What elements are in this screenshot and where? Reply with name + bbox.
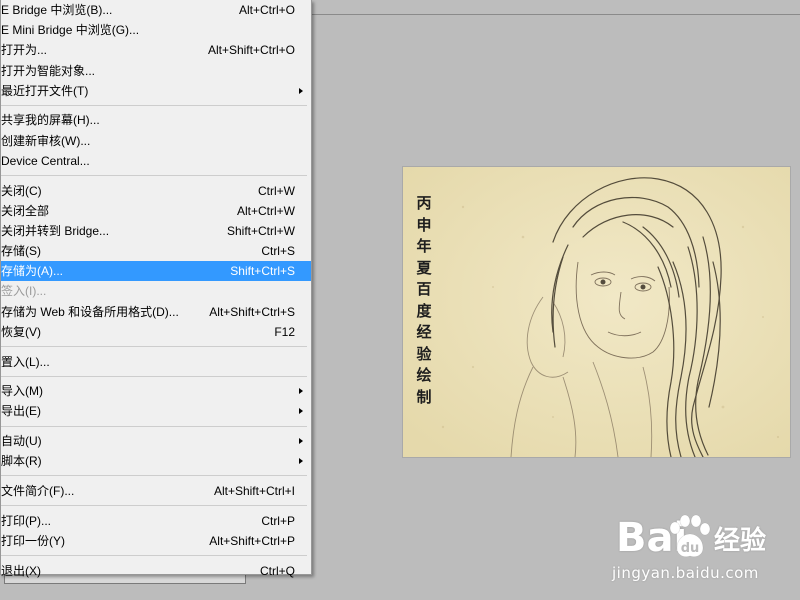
menu-separator (1, 342, 311, 352)
menu-item[interactable]: 导出(E) (1, 401, 311, 421)
menu-item-shortcut: Alt+Shift+Ctrl+S (209, 304, 295, 319)
menu-item[interactable]: 打印一份(Y) Alt+Shift+Ctrl+P (1, 531, 311, 551)
caption-character: 度 (416, 301, 432, 320)
menu-item-label: 签入(I)... (1, 284, 47, 299)
menu-item-label: 打印一份(Y) (1, 533, 65, 548)
menu-item[interactable]: 自动(U) (1, 431, 311, 451)
menu-item-shortcut: Shift+Ctrl+S (230, 264, 295, 279)
menu-item-label: 打开为... (1, 43, 48, 58)
menu-item-label: 创建新审核(W)... (1, 133, 91, 148)
menu-item[interactable]: 创建新审核(W)... (1, 131, 311, 151)
pencil-sketch-portrait (403, 167, 790, 457)
menu-item[interactable]: 存储为 Web 和设备所用格式(D)... Alt+Shift+Ctrl+S (1, 302, 311, 322)
submenu-arrow-icon (299, 388, 303, 395)
menu-item[interactable]: 脚本(R) (1, 451, 311, 471)
menu-separator (1, 101, 311, 111)
paw-icon: du (669, 514, 711, 558)
menu-item-label: E Mini Bridge 中浏览(G)... (1, 23, 140, 38)
menu-item-shortcut: F12 (274, 324, 295, 339)
menu-item-label: 关闭并转到 Bridge... (1, 223, 110, 238)
menu-item-shortcut: Ctrl+Q (259, 563, 295, 578)
menu-item[interactable]: E Bridge 中浏览(B)... Alt+Ctrl+O (1, 0, 311, 20)
menu-item-label: E Bridge 中浏览(B)... (1, 3, 113, 17)
menu-item[interactable]: 关闭并转到 Bridge... Shift+Ctrl+W (1, 221, 311, 241)
menu-item[interactable]: 关闭(C) Ctrl+W (1, 181, 311, 201)
menu-item-shortcut: Shift+Ctrl+W (226, 223, 295, 238)
menu-item-label: 脚本(R) (1, 454, 42, 469)
menu-item[interactable]: 最近打开文件(T) (1, 81, 311, 101)
menu-item-shortcut: Alt+Ctrl+O (238, 3, 295, 17)
watermark-url: jingyan.baidu.com (612, 564, 759, 582)
menu-item-label: 导出(E) (1, 404, 41, 419)
menu-item[interactable]: 文件简介(F)... Alt+Shift+Ctrl+I (1, 481, 311, 501)
caption-character: 验 (416, 344, 432, 363)
menu-item-label: 关闭(C) (1, 183, 42, 198)
watermark-brand-text: 经验 (714, 526, 767, 556)
submenu-arrow-icon (299, 408, 303, 415)
caption-character: 经 (416, 323, 432, 341)
menu-item[interactable]: 打开为... Alt+Shift+Ctrl+O (1, 40, 311, 60)
menu-item-label: 最近打开文件(T) (1, 83, 89, 98)
menu-separator (1, 551, 311, 561)
menu-item[interactable]: E Mini Bridge 中浏览(G)... (1, 20, 311, 40)
caption-character: 绘 (416, 366, 432, 384)
file-menu-dropdown: E Bridge 中浏览(B)... Alt+Ctrl+O E Mini Bridg… (0, 0, 312, 578)
menu-item-label: 关闭全部 (1, 203, 50, 218)
caption-character: 申 (416, 215, 432, 234)
menu-item-label: 恢复(V) (1, 324, 41, 339)
document-canvas-image[interactable]: 丙申年夏百度经验绘制 (403, 167, 790, 457)
menu-item-shortcut: Alt+Shift+Ctrl+I (213, 483, 295, 498)
menu-separator (1, 501, 311, 511)
menu-item-label: 文件简介(F)... (1, 483, 75, 498)
menu-item[interactable]: 导入(M) (1, 381, 311, 401)
menu-separator (1, 422, 311, 432)
svg-text:du: du (681, 541, 700, 556)
menu-item-label: 打印(P)... (1, 513, 51, 528)
menu-item-shortcut: Ctrl+P (261, 513, 295, 528)
menu-item[interactable]: 打印(P)... Ctrl+P (1, 511, 311, 531)
menu-item[interactable]: 退出(X) Ctrl+Q (1, 561, 311, 581)
caption-character: 制 (416, 387, 432, 406)
caption-character: 百 (416, 280, 432, 298)
menu-separator (1, 372, 311, 382)
submenu-arrow-icon (299, 87, 303, 94)
menu-item-shortcut: Ctrl+W (258, 183, 295, 198)
menu-item-label: 存储为(A)... (1, 264, 63, 279)
menu-item-shortcut: Ctrl+S (261, 244, 295, 259)
menu-item[interactable]: 共享我的屏幕(H)... (1, 110, 311, 130)
menu-item[interactable]: 存储为(A)... Shift+Ctrl+S (1, 261, 311, 282)
submenu-arrow-icon (299, 458, 303, 465)
baidu-jingyan-watermark: Bai du 经验 jingyan.baidu.com (612, 512, 800, 600)
menu-separator (1, 171, 311, 181)
menu-item-label: 置入(L)... (1, 354, 50, 369)
menu-item-label: 退出(X) (1, 563, 41, 578)
menu-item-label: 存储为 Web 和设备所用格式(D)... (1, 304, 179, 319)
caption-character: 丙 (416, 194, 432, 212)
vertical-caption: 丙申年夏百度经验绘制 (413, 193, 435, 408)
caption-character: 年 (416, 237, 432, 255)
menu-item[interactable]: 恢复(V) F12 (1, 322, 311, 342)
menu-item-label: 打开为智能对象... (1, 63, 96, 78)
submenu-arrow-icon (299, 438, 303, 445)
menu-item[interactable]: 置入(L)... (1, 352, 311, 372)
caption-character: 夏 (416, 258, 432, 277)
menu-item-label: Device Central... (1, 153, 90, 168)
menu-item-shortcut: Alt+Ctrl+W (236, 203, 295, 218)
menu-item[interactable]: Device Central... (1, 151, 311, 171)
menu-item-label: 存储(S) (1, 244, 41, 259)
menu-item: 签入(I)... (1, 281, 311, 301)
menu-item-label: 共享我的屏幕(H)... (1, 113, 100, 128)
menu-item[interactable]: 存储(S) Ctrl+S (1, 241, 311, 261)
menu-separator (1, 471, 311, 481)
menu-item-shortcut: Alt+Shift+Ctrl+P (209, 533, 295, 548)
menu-item-label: 导入(M) (1, 384, 43, 399)
menu-item[interactable]: 关闭全部 Alt+Ctrl+W (1, 201, 311, 221)
menu-item-shortcut: Alt+Shift+Ctrl+O (207, 43, 295, 58)
menu-item-label: 自动(U) (1, 434, 42, 449)
menu-item[interactable]: 打开为智能对象... (1, 61, 311, 81)
